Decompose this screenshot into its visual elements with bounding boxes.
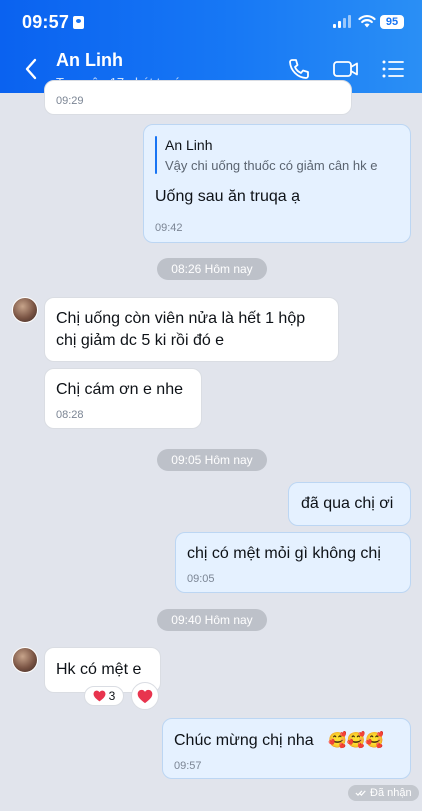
message-bubble-incoming[interactable]: Chị uống còn viên nửa là hết 1 hộp chị g… — [44, 297, 339, 362]
date-separator: 09:05 Hôm nay — [157, 449, 267, 471]
message-bubble-outgoing[interactable]: đã qua chị ơi — [288, 482, 411, 526]
message-time: 09:57 — [174, 760, 202, 772]
reaction-count: 3 — [108, 689, 116, 703]
message-bubble-partial[interactable]: 09:29 — [44, 80, 352, 115]
signal-icon — [333, 15, 353, 28]
video-call-button[interactable] — [331, 56, 361, 82]
message-text: Chúc mừng chị nha — [174, 732, 314, 749]
message-bubble-outgoing[interactable]: Chúc mừng chị nha 🥰🥰🥰 09:57 — [162, 718, 411, 779]
react-button[interactable] — [131, 682, 159, 710]
message-text: chị có mệt mỏi gì không chị — [187, 545, 381, 562]
heart-icon — [93, 690, 106, 702]
emoji-text: 🥰🥰🥰 — [328, 732, 385, 749]
message-text: Hk có mệt e — [56, 661, 142, 678]
date-separator: 09:40 Hôm nay — [157, 609, 267, 631]
delivery-status: Đã nhận — [348, 785, 419, 801]
message-bubble-outgoing[interactable]: An Linh Vậy chi uống thuốc có giảm cân h… — [143, 124, 411, 243]
wifi-icon — [358, 14, 376, 28]
quote-bar — [155, 136, 157, 174]
status-bar: 09:57 95 — [0, 0, 422, 44]
reaction-summary[interactable]: 3 — [84, 686, 124, 706]
message-time: 09:29 — [56, 95, 84, 107]
message-bubble-outgoing[interactable]: chị có mệt mỏi gì không chị 09:05 — [175, 532, 411, 593]
message-text: đã qua chị ơi — [301, 495, 394, 512]
chat-options-button[interactable] — [379, 56, 407, 82]
message-text: chị giảm dc 5 ki rồi đó e — [56, 332, 225, 349]
message-time: 08:28 — [56, 409, 84, 421]
double-check-icon — [355, 790, 366, 797]
quoted-sender: An Linh — [165, 137, 213, 153]
avatar[interactable] — [12, 647, 38, 673]
message-text: Chị cám ơn e nhe — [56, 381, 183, 398]
delivery-status-label: Đã nhận — [370, 787, 412, 799]
message-text: Uống sau ăn truqa ạ — [155, 188, 300, 205]
battery-indicator: 95 — [380, 15, 404, 29]
chevron-left-icon — [25, 58, 37, 80]
date-separator: 08:26 Hôm nay — [157, 258, 267, 280]
id-card-icon — [73, 16, 84, 29]
message-bubble-incoming[interactable]: Chị cám ơn e nhe 08:28 — [44, 368, 202, 429]
avatar[interactable] — [12, 297, 38, 323]
status-time: 09:57 — [22, 12, 70, 32]
heart-icon — [137, 689, 153, 703]
list-menu-icon — [382, 60, 404, 78]
contact-name[interactable]: An Linh — [56, 50, 123, 71]
back-button[interactable] — [18, 56, 44, 82]
message-time: 09:05 — [187, 573, 215, 585]
video-camera-icon — [333, 61, 358, 77]
voice-call-button[interactable] — [285, 56, 313, 82]
message-time: 09:42 — [155, 222, 183, 234]
message-text: Chị uống còn viên nửa là hết 1 hộp — [56, 310, 306, 327]
quoted-text: Vậy chi uống thuốc có giảm cân hk e — [165, 158, 378, 173]
phone-icon — [289, 59, 309, 79]
